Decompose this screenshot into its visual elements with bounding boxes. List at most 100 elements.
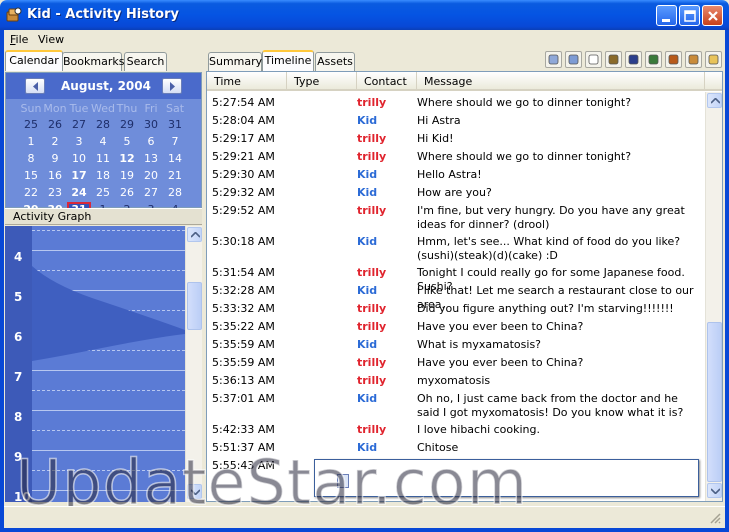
house-button[interactable] [685,51,702,68]
next-month-button[interactable] [162,78,182,94]
calendar-day[interactable]: 26 [43,117,67,132]
graph-hour-label: 7 [14,370,23,384]
graph-scroll-up-button[interactable] [187,227,202,242]
graph-scroll-thumb[interactable] [187,282,202,330]
calendar-day[interactable]: 21 [163,168,187,183]
column-contact[interactable]: Contact [357,72,417,91]
prev-month-button[interactable] [25,78,45,94]
tab-bookmarks[interactable]: Bookmarks [62,52,124,71]
calendar-day[interactable]: 30 [139,117,163,132]
box-icon [668,54,679,65]
calendar-day[interactable]: 6 [139,134,163,149]
calendar-day[interactable]: 5 [115,134,139,149]
maximize-button[interactable] [679,5,700,26]
weekday-label: Thu [116,102,138,115]
row-time: 5:29:52 AM [212,204,275,217]
row-contact: trilly [357,320,387,333]
row-time: 5:29:17 AM [212,132,275,145]
title-bar[interactable]: Kid - Activity History [0,0,729,30]
calendar-day[interactable]: 25 [91,185,115,200]
row-contact: trilly [357,204,387,217]
calendar-day[interactable]: 15 [19,168,43,183]
weekday-label: Sat [165,102,185,115]
row-message: Hi Kid! [417,132,454,145]
table-scroll-thumb[interactable] [707,322,722,482]
graph-hour-label: 5 [14,290,23,304]
pen-button[interactable] [625,51,642,68]
calendar-day[interactable]: 31 [163,117,187,132]
minimize-button[interactable] [656,5,677,26]
calendar-day[interactable]: 10 [67,151,91,166]
calendar-header: August, 2004 [6,73,201,99]
row-contact: trilly [357,374,387,387]
bag-button[interactable] [605,51,622,68]
calendar-day[interactable]: 19 [115,168,139,183]
window-icon [568,54,579,65]
column-time[interactable]: Time [207,72,287,91]
calendar-day[interactable]: 20 [139,168,163,183]
window-title: Kid - Activity History [27,7,179,22]
weekday-label: Sun [20,102,42,115]
calendar-day[interactable]: 4 [91,134,115,149]
row-contact: trilly [357,132,387,145]
window-button[interactable] [565,51,582,68]
resize-grip-icon[interactable] [709,512,721,524]
row-message: Where should we go to dinner tonight? [417,96,632,109]
box-button[interactable] [665,51,682,68]
user-button[interactable] [645,51,662,68]
row-contact: Kid [357,284,378,297]
menu-view[interactable]: View [38,33,64,46]
calendar-month: August, 2004 [61,79,151,93]
calendar-day[interactable]: 23 [43,185,67,200]
calendar-day[interactable]: 29 [115,117,139,132]
folder-icon [708,54,719,65]
column-type[interactable]: Type [287,72,357,91]
table-scroll-up-button[interactable] [707,93,722,108]
row-contact: Kid [357,186,378,199]
calendar-day[interactable]: 27 [67,117,91,132]
row-message: myxomatosis [417,374,491,387]
document-button[interactable] [585,51,602,68]
chat-icon [548,54,559,65]
calendar-day[interactable]: 3 [67,134,91,149]
row-message: I love hibachi cooking. [417,423,541,436]
calendar-day[interactable]: 11 [91,151,115,166]
calendar-day[interactable]: 14 [163,151,187,166]
column-message[interactable]: Message [417,72,705,91]
row-time: 5:29:21 AM [212,150,275,163]
row-time: 5:36:13 AM [212,374,275,387]
calendar-day[interactable]: 12 [115,151,139,166]
calendar-day[interactable]: 2 [43,134,67,149]
calendar-day[interactable]: 9 [43,151,67,166]
calendar-day[interactable]: 17 [67,168,91,183]
calendar-day[interactable]: 22 [19,185,43,200]
calendar-day[interactable]: 25 [19,117,43,132]
weekday-label: Mon [43,102,67,115]
row-time: 5:35:22 AM [212,320,275,333]
calendar-day[interactable]: 13 [139,151,163,166]
calendar-day[interactable]: 24 [67,185,91,200]
calendar-day[interactable]: 16 [43,168,67,183]
table-scrollbar[interactable] [705,92,722,501]
calendar-day[interactable]: 18 [91,168,115,183]
calendar-day[interactable]: 28 [163,185,187,200]
folder-button[interactable] [705,51,722,68]
calendar-day[interactable]: 8 [19,151,43,166]
calendar-day[interactable]: 28 [91,117,115,132]
tab-summary[interactable]: Summary [208,52,262,71]
table-scroll-down-button[interactable] [707,483,722,498]
calendar-day[interactable]: 1 [19,134,43,149]
tab-calendar[interactable]: Calendar [5,50,63,71]
close-button[interactable] [702,5,723,26]
tab-assets[interactable]: Assets [315,52,355,71]
calendar-day[interactable]: 26 [115,185,139,200]
calendar-day[interactable]: 7 [163,134,187,149]
menu-file[interactable]: File [10,33,28,46]
row-contact: Kid [357,392,378,405]
calendar: August, 2004 Sun Mon Tue Wed Thu Fri Sat 25 26 27… [5,72,202,217]
calendar-day[interactable]: 27 [139,185,163,200]
tab-timeline[interactable]: Timeline [262,50,314,71]
chat-button[interactable] [545,51,562,68]
row-message: Have you ever been to China? [417,356,584,369]
tab-search[interactable]: Search [124,52,167,71]
